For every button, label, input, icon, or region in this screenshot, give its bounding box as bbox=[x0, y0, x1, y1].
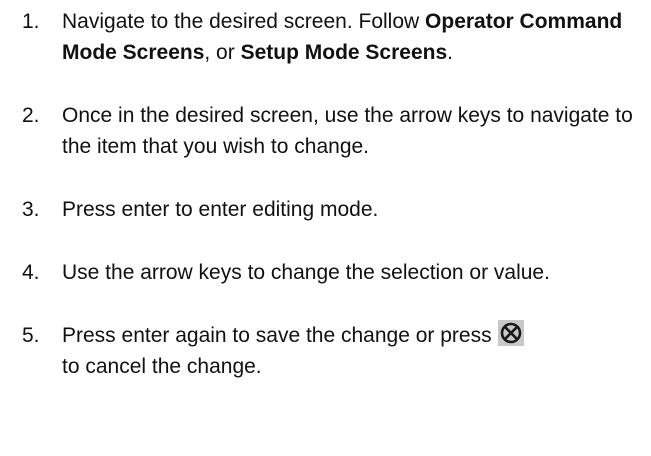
step-number: 2. bbox=[22, 104, 40, 127]
step-5: 5. Press enter again to save the change … bbox=[22, 320, 642, 382]
step-number: 1. bbox=[22, 10, 40, 33]
step-text: Press enter again to save the change or … bbox=[62, 320, 642, 382]
step-text: Navigate to the desired screen. Follow O… bbox=[62, 10, 623, 64]
setup-mode-screens-ref: Setup Mode Screens bbox=[240, 41, 448, 64]
step-1: 1. Navigate to the desired screen. Follo… bbox=[22, 6, 642, 68]
step-text: Once in the desired screen, use the arro… bbox=[62, 104, 633, 158]
step-number: 5. bbox=[22, 324, 40, 347]
step-2: 2. Once in the desired screen, use the a… bbox=[22, 100, 642, 162]
instruction-list: 1. Navigate to the desired screen. Follo… bbox=[22, 6, 642, 382]
step-4: 4. Use the arrow keys to change the sele… bbox=[22, 257, 642, 288]
step-number: 4. bbox=[22, 261, 40, 284]
step-3: 3. Press enter to enter editing mode. bbox=[22, 194, 642, 225]
step-text: Press enter to enter editing mode. bbox=[62, 198, 379, 221]
step-number: 3. bbox=[22, 198, 40, 221]
step-text: Use the arrow keys to change the selecti… bbox=[62, 261, 550, 284]
cancel-key-icon bbox=[497, 320, 524, 346]
